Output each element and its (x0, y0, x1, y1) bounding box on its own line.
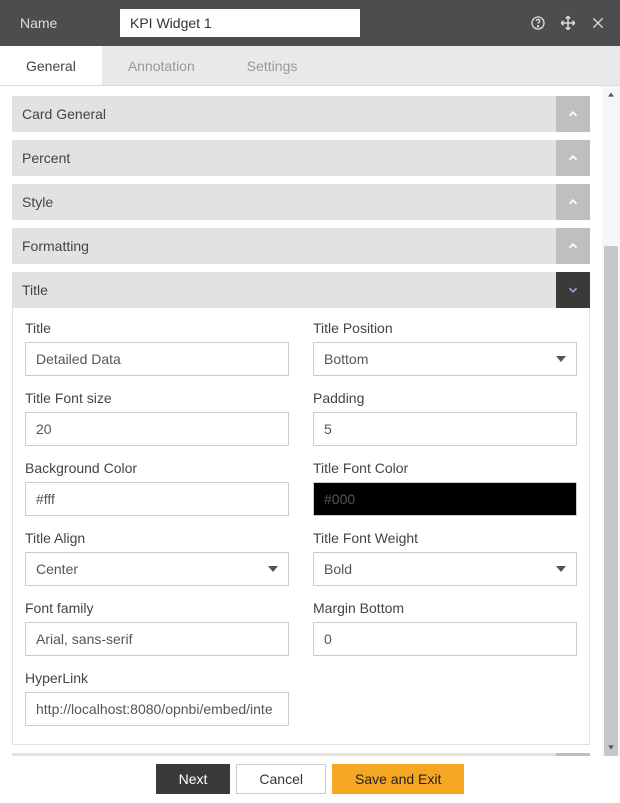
weight-label: Title Font Weight (313, 530, 577, 546)
section-formatting[interactable]: Formatting (12, 228, 590, 264)
section-label: Style (22, 194, 53, 210)
move-icon[interactable] (558, 13, 578, 33)
select-value: Bottom (324, 351, 368, 367)
margin-bottom-label: Margin Bottom (313, 600, 577, 616)
cancel-button[interactable]: Cancel (236, 764, 326, 794)
chevron-up-icon (556, 184, 590, 220)
padding-label: Padding (313, 390, 577, 406)
tab-label: General (26, 58, 76, 74)
section-label: Percent (22, 150, 70, 166)
chevron-down-icon (556, 272, 590, 308)
select-value: Center (36, 561, 78, 577)
scroll-down-icon[interactable] (602, 738, 620, 756)
hyperlink-label: HyperLink (25, 670, 289, 686)
section-style[interactable]: Style (12, 184, 590, 220)
font-family-input[interactable] (25, 622, 289, 656)
close-icon[interactable] (588, 13, 608, 33)
title-input[interactable] (25, 342, 289, 376)
chevron-up-icon (556, 140, 590, 176)
section-image[interactable]: Image (12, 753, 590, 756)
name-input[interactable] (120, 9, 360, 37)
tab-label: Settings (247, 58, 298, 74)
title-position-label: Title Position (313, 320, 577, 336)
caret-down-icon (268, 566, 278, 572)
bg-color-input[interactable] (25, 482, 289, 516)
name-label: Name (20, 15, 120, 31)
section-label: Title (22, 282, 48, 298)
chevron-up-icon (556, 96, 590, 132)
caret-down-icon (556, 566, 566, 572)
font-size-label: Title Font size (25, 390, 289, 406)
tab-bar: General Annotation Settings (0, 46, 620, 86)
tab-general[interactable]: General (0, 46, 102, 85)
weight-select[interactable]: Bold (313, 552, 577, 586)
font-color-input[interactable] (313, 482, 577, 516)
tab-settings[interactable]: Settings (221, 46, 324, 85)
section-title[interactable]: Title (12, 272, 590, 308)
title-position-select[interactable]: Bottom (313, 342, 577, 376)
section-card-general[interactable]: Card General (12, 96, 590, 132)
font-family-label: Font family (25, 600, 289, 616)
footer: Next Cancel Save and Exit (0, 756, 620, 802)
content-area: Card General Percent Style Formatting Ti… (0, 86, 602, 756)
help-icon[interactable] (528, 13, 548, 33)
margin-bottom-input[interactable] (313, 622, 577, 656)
bg-color-label: Background Color (25, 460, 289, 476)
chevron-up-icon (556, 228, 590, 264)
title-label: Title (25, 320, 289, 336)
section-title-body: Title Title Position Bottom Title Font s… (12, 308, 590, 745)
scroll-thumb[interactable] (604, 246, 618, 756)
select-value: Bold (324, 561, 352, 577)
dialog-header: Name (0, 0, 620, 46)
align-select[interactable]: Center (25, 552, 289, 586)
padding-input[interactable] (313, 412, 577, 446)
hyperlink-input[interactable] (25, 692, 289, 726)
font-color-label: Title Font Color (313, 460, 577, 476)
align-label: Title Align (25, 530, 289, 546)
section-percent[interactable]: Percent (12, 140, 590, 176)
save-exit-button[interactable]: Save and Exit (332, 764, 464, 794)
next-button[interactable]: Next (156, 764, 231, 794)
chevron-up-icon (556, 753, 590, 756)
font-size-input[interactable] (25, 412, 289, 446)
scroll-up-icon[interactable] (602, 86, 620, 104)
section-label: Card General (22, 106, 106, 122)
section-label: Formatting (22, 238, 89, 254)
scrollbar[interactable] (602, 86, 620, 756)
tab-label: Annotation (128, 58, 195, 74)
caret-down-icon (556, 356, 566, 362)
tab-annotation[interactable]: Annotation (102, 46, 221, 85)
